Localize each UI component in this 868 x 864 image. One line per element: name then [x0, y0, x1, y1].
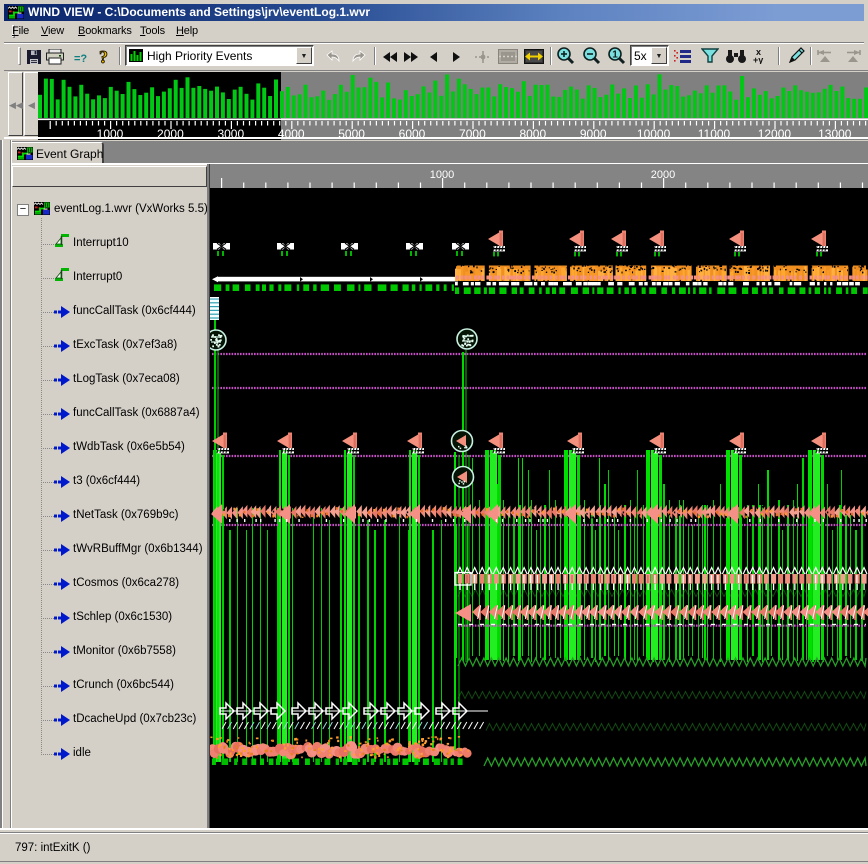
svg-text:=?: =? — [74, 53, 87, 64]
svg-text:+y: +y — [753, 55, 763, 64]
svg-text:?: ? — [99, 48, 108, 66]
svg-text:1: 1 — [612, 50, 618, 61]
